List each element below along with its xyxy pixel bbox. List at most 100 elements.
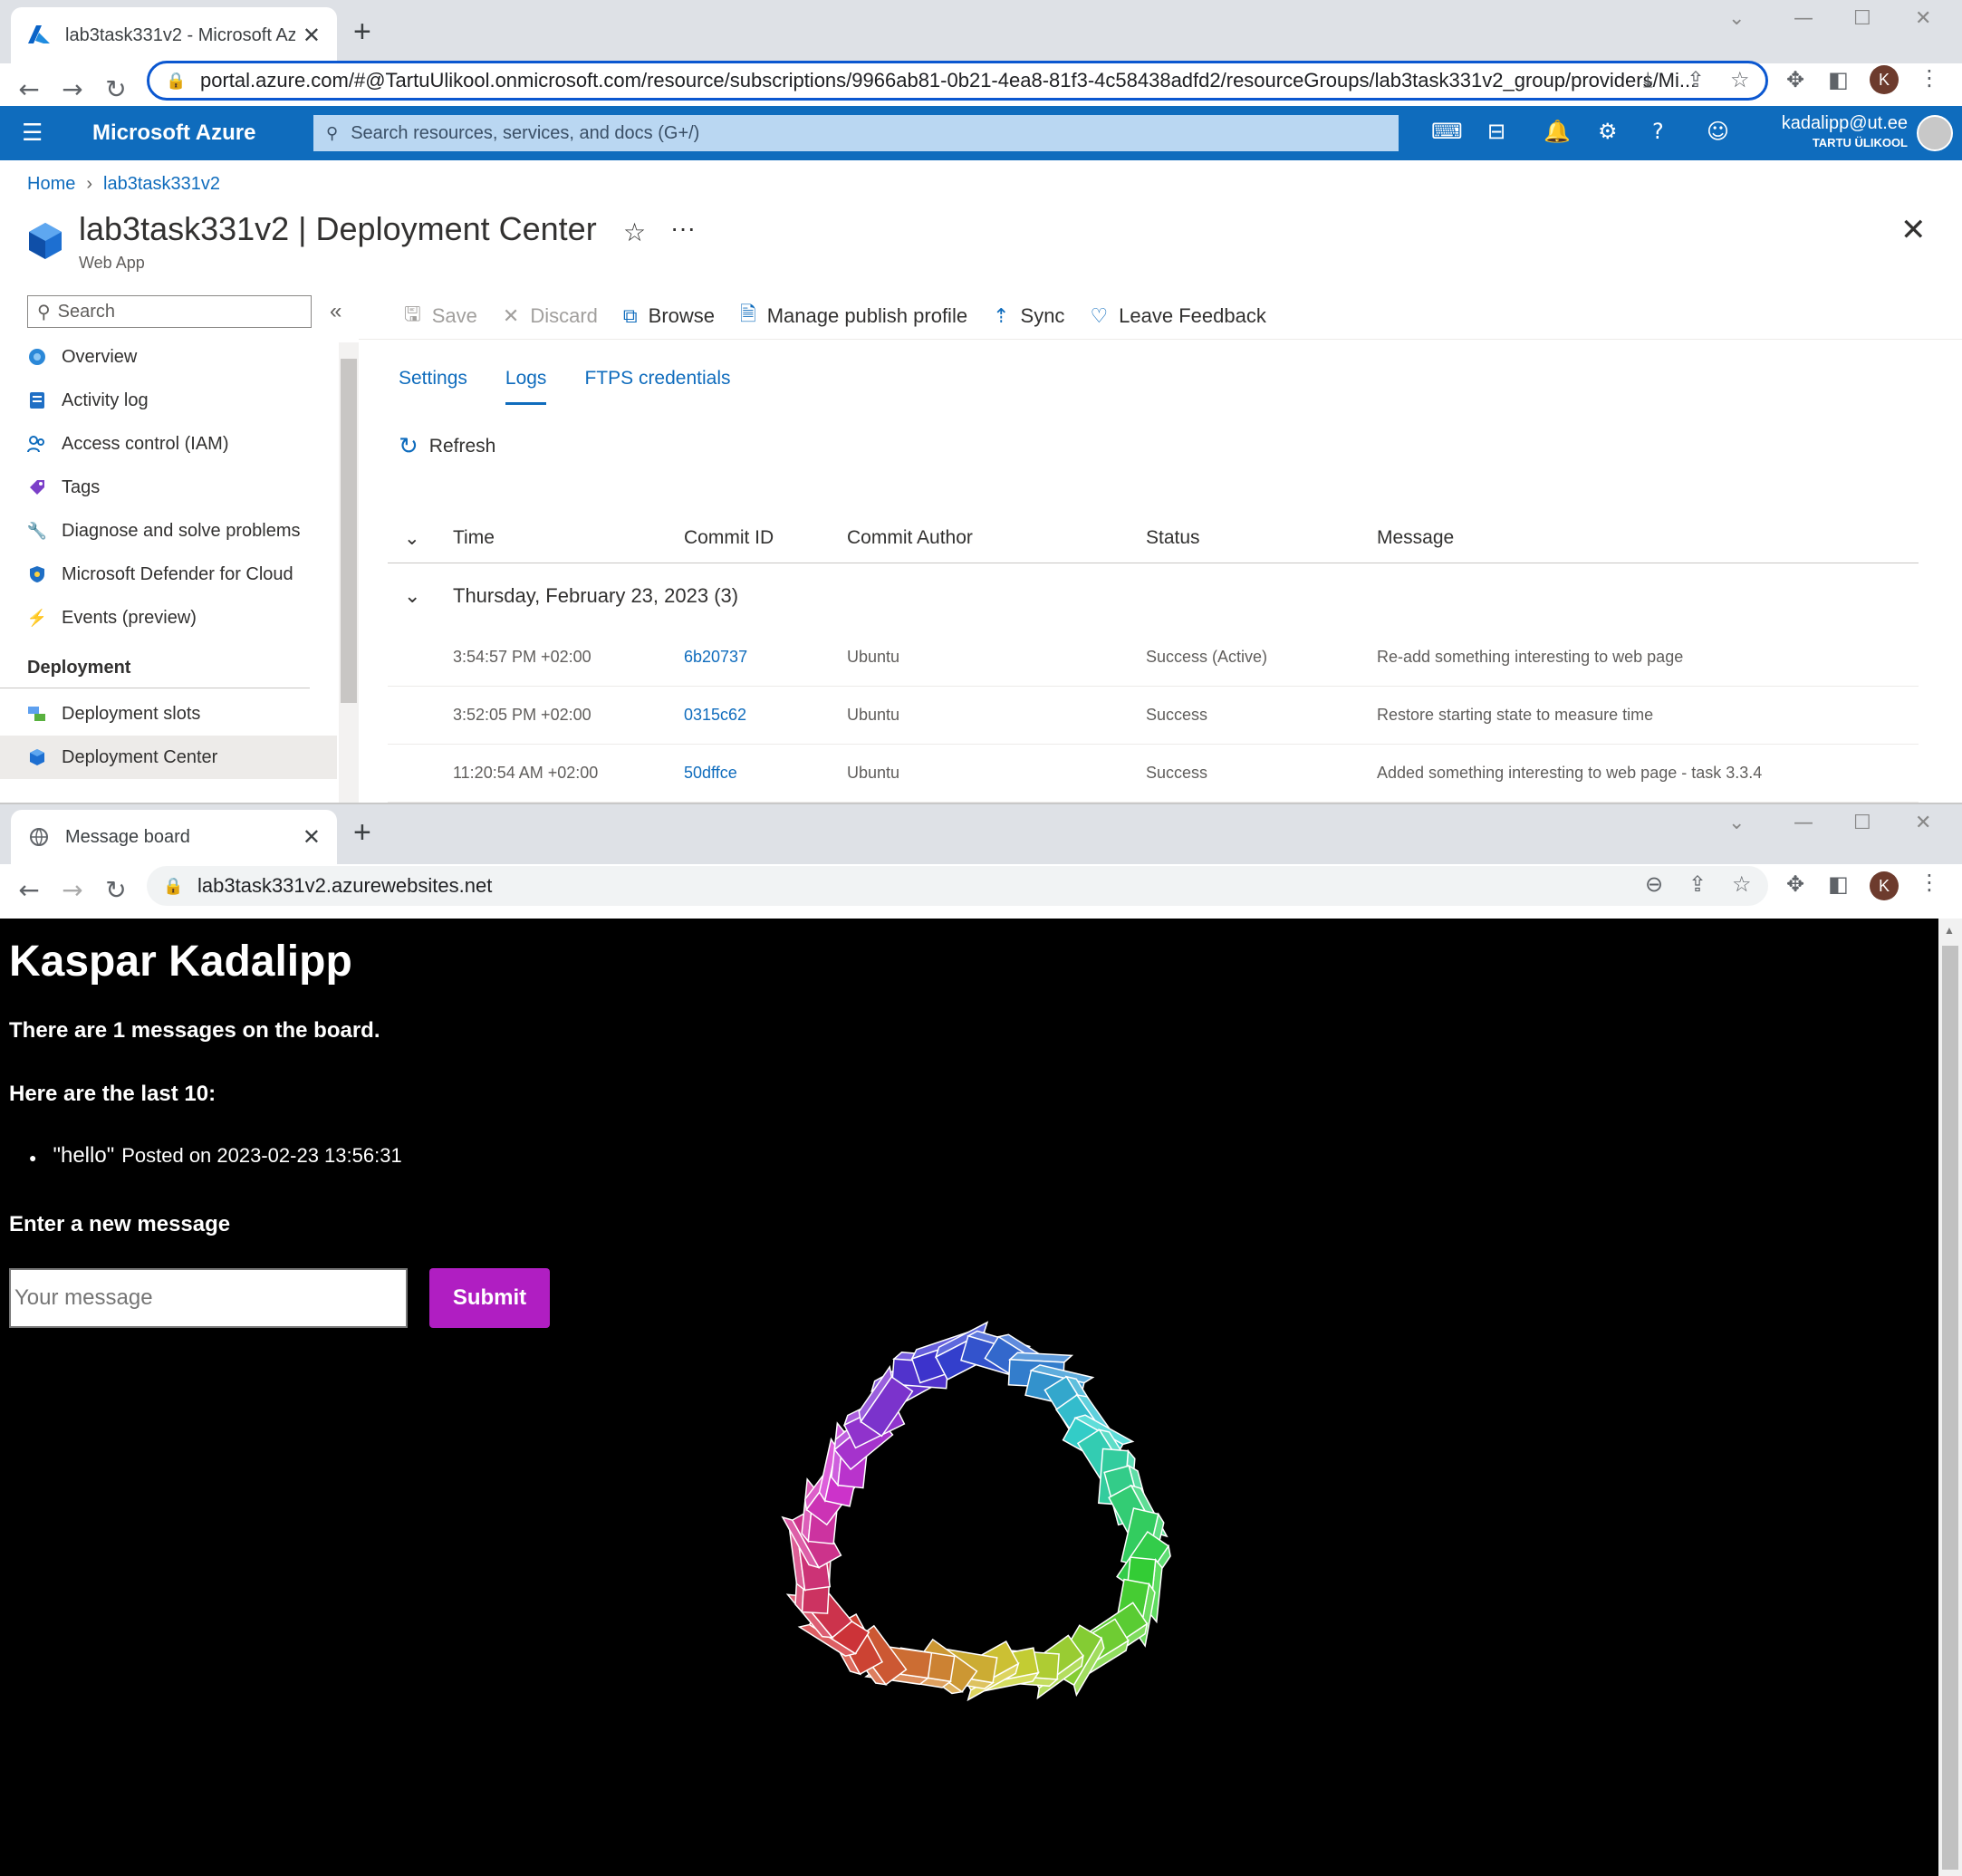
- nav-section-deployment: Deployment: [0, 640, 310, 688]
- breadcrumb-resource[interactable]: lab3task331v2: [103, 174, 220, 194]
- tab-settings[interactable]: Settings: [399, 368, 467, 405]
- feedback-icon[interactable]: ☺: [1707, 119, 1729, 144]
- share-icon[interactable]: ⇪: [1688, 871, 1707, 897]
- leave-feedback-button[interactable]: ♡ Leave Feedback: [1090, 299, 1265, 333]
- side-search-input[interactable]: ⚲ Search: [27, 295, 312, 328]
- new-tab-button[interactable]: +: [353, 817, 371, 848]
- breadcrumb-home[interactable]: Home: [27, 174, 75, 194]
- azure-brand[interactable]: Microsoft Azure: [92, 120, 255, 146]
- extensions-icon[interactable]: ✥: [1786, 871, 1804, 897]
- maximize-icon[interactable]: ☐: [1853, 7, 1871, 30]
- share-icon[interactable]: ⇪: [1687, 67, 1705, 92]
- tab-strip: lab3task331v2 - Microsoft Azure ✕ + ⌄ — …: [0, 0, 1962, 63]
- save-button[interactable]: 🖫 Save: [404, 299, 477, 333]
- nav-access-control[interactable]: Access control (IAM): [0, 422, 337, 466]
- cloud-shell-icon[interactable]: ⌨: [1431, 119, 1463, 144]
- bookmark-star-icon[interactable]: ☆: [1730, 67, 1750, 92]
- minimize-icon[interactable]: —: [1794, 7, 1813, 30]
- install-icon[interactable]: ⤓: [1643, 67, 1653, 92]
- cell-commit-link[interactable]: 50dffce: [684, 764, 847, 783]
- new-tab-button[interactable]: +: [353, 16, 371, 47]
- azure-global-search[interactable]: ⚲ Search resources, services, and docs (…: [313, 115, 1399, 151]
- discard-button[interactable]: ✕ Discard: [503, 299, 598, 333]
- reload-icon[interactable]: ↻: [94, 74, 138, 104]
- back-icon[interactable]: ←: [7, 875, 51, 905]
- group-row[interactable]: ⌄ Thursday, February 23, 2023 (3): [388, 563, 1919, 629]
- col-status[interactable]: Status: [1146, 527, 1377, 549]
- url-field[interactable]: 🔒 lab3task331v2.azurewebsites.net: [147, 866, 1768, 906]
- scrollbar-thumb[interactable]: [1942, 946, 1958, 1870]
- tab-close-icon[interactable]: ✕: [303, 23, 321, 49]
- collapse-all-chevron-icon[interactable]: ⌄: [388, 527, 453, 549]
- browser-menu-icon[interactable]: ⋮: [1919, 870, 1940, 895]
- profile-avatar[interactable]: K: [1870, 65, 1899, 94]
- collapse-menu-icon[interactable]: «: [330, 299, 341, 324]
- account-info[interactable]: kadalipp@ut.ee TARTU ÜLIKOOL: [1782, 113, 1908, 149]
- blade-close-icon[interactable]: ✕: [1900, 212, 1927, 248]
- col-commit-id[interactable]: Commit ID: [684, 527, 847, 549]
- cube-icon: [27, 747, 47, 767]
- sidepanel-icon[interactable]: ◧: [1828, 67, 1849, 92]
- window-close-icon[interactable]: ✕: [1915, 7, 1931, 30]
- tab-close-icon[interactable]: ✕: [303, 824, 321, 851]
- bookmark-star-icon[interactable]: ☆: [1732, 871, 1752, 897]
- browse-button[interactable]: ⧉ Browse: [623, 299, 715, 333]
- browser-menu-icon[interactable]: ⋮: [1919, 65, 1940, 91]
- favorite-star-icon[interactable]: ☆: [623, 217, 646, 247]
- reload-icon[interactable]: ↻: [94, 875, 138, 905]
- back-icon[interactable]: ←: [7, 74, 51, 104]
- side-scrollbar[interactable]: [339, 342, 359, 803]
- nav-overview[interactable]: Overview: [0, 335, 337, 379]
- nav-activity-log[interactable]: Activity log: [0, 379, 337, 422]
- help-icon[interactable]: ?: [1652, 119, 1664, 144]
- feedback-label: Leave Feedback: [1119, 304, 1266, 327]
- more-options-icon[interactable]: ···: [670, 214, 696, 243]
- tab-search-icon[interactable]: ⌄: [1728, 812, 1745, 834]
- window-close-icon[interactable]: ✕: [1915, 812, 1931, 834]
- browser-tab-azure[interactable]: lab3task331v2 - Microsoft Azure ✕: [11, 7, 337, 63]
- url-field[interactable]: 🔒 portal.azure.com/#@TartuUlikool.onmicr…: [147, 61, 1768, 101]
- message-input[interactable]: [9, 1268, 408, 1328]
- user-avatar[interactable]: [1917, 115, 1953, 151]
- minimize-icon[interactable]: —: [1794, 812, 1813, 834]
- forward-icon[interactable]: →: [51, 875, 94, 905]
- extensions-icon[interactable]: ✥: [1786, 67, 1804, 92]
- col-message[interactable]: Message: [1377, 527, 1919, 549]
- col-commit-author[interactable]: Commit Author: [847, 527, 1146, 549]
- nav-deployment-center[interactable]: Deployment Center: [0, 736, 337, 779]
- browser-tab-message-board[interactable]: Message board ✕: [11, 810, 337, 864]
- table-row[interactable]: 11:20:54 AM +02:00 50dffce Ubuntu Succes…: [388, 745, 1919, 803]
- zoom-icon[interactable]: ⊖: [1645, 871, 1663, 897]
- submit-button[interactable]: Submit: [429, 1268, 550, 1328]
- nav-events[interactable]: ⚡ Events (preview): [0, 596, 337, 640]
- directory-filter-icon[interactable]: ⊟: [1487, 119, 1505, 144]
- tab-ftps-credentials[interactable]: FTPS credentials: [584, 368, 730, 405]
- sync-label: Sync: [1020, 304, 1065, 327]
- hamburger-menu-icon[interactable]: ☰: [22, 119, 43, 147]
- nav-diagnose[interactable]: 🔧 Diagnose and solve problems: [0, 509, 337, 553]
- cell-commit-link[interactable]: 0315c62: [684, 706, 847, 725]
- maximize-icon[interactable]: ☐: [1853, 812, 1871, 834]
- nav-defender[interactable]: Microsoft Defender for Cloud: [0, 553, 337, 596]
- scroll-up-icon[interactable]: ▲: [1944, 924, 1955, 937]
- scrollbar-thumb[interactable]: [341, 359, 357, 703]
- page-scrollbar[interactable]: ▲: [1938, 919, 1962, 1876]
- tab-search-icon[interactable]: ⌄: [1728, 7, 1745, 30]
- manage-publish-profile-button[interactable]: 🗎 Manage publish profile: [740, 299, 967, 333]
- settings-gear-icon[interactable]: ⚙: [1598, 119, 1618, 144]
- sidepanel-icon[interactable]: ◧: [1828, 871, 1849, 897]
- logs-grid: ⌄ Time Commit ID Commit Author Status Me…: [388, 513, 1919, 803]
- table-row[interactable]: 3:54:57 PM +02:00 6b20737 Ubuntu Success…: [388, 629, 1919, 687]
- forward-icon[interactable]: →: [51, 74, 94, 104]
- group-chevron-icon[interactable]: ⌄: [388, 585, 453, 608]
- table-row[interactable]: 3:52:05 PM +02:00 0315c62 Ubuntu Success…: [388, 687, 1919, 745]
- profile-avatar[interactable]: K: [1870, 871, 1899, 900]
- col-time[interactable]: Time: [453, 527, 684, 549]
- sync-button[interactable]: ⇡ Sync: [993, 299, 1064, 333]
- cell-commit-link[interactable]: 6b20737: [684, 648, 847, 667]
- notifications-bell-icon[interactable]: 🔔: [1544, 119, 1571, 144]
- refresh-button[interactable]: ↻ Refresh: [399, 433, 495, 460]
- nav-deployment-slots[interactable]: Deployment slots: [0, 692, 337, 736]
- tab-logs[interactable]: Logs: [505, 368, 547, 405]
- nav-tags[interactable]: Tags: [0, 466, 337, 509]
